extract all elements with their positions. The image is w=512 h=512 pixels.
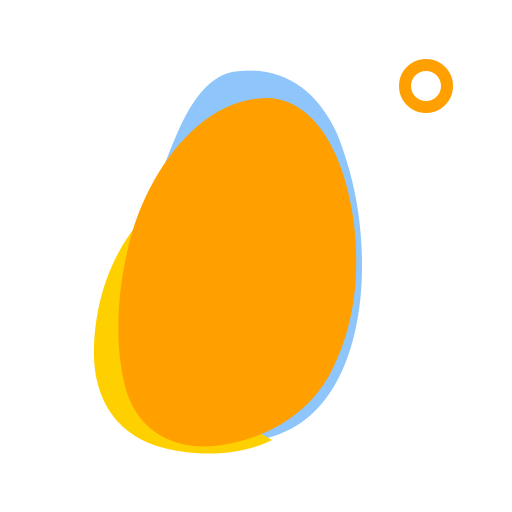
blob-logo-icon bbox=[93, 59, 453, 454]
ring-icon bbox=[399, 59, 453, 113]
app-icon-canvas bbox=[0, 0, 512, 512]
